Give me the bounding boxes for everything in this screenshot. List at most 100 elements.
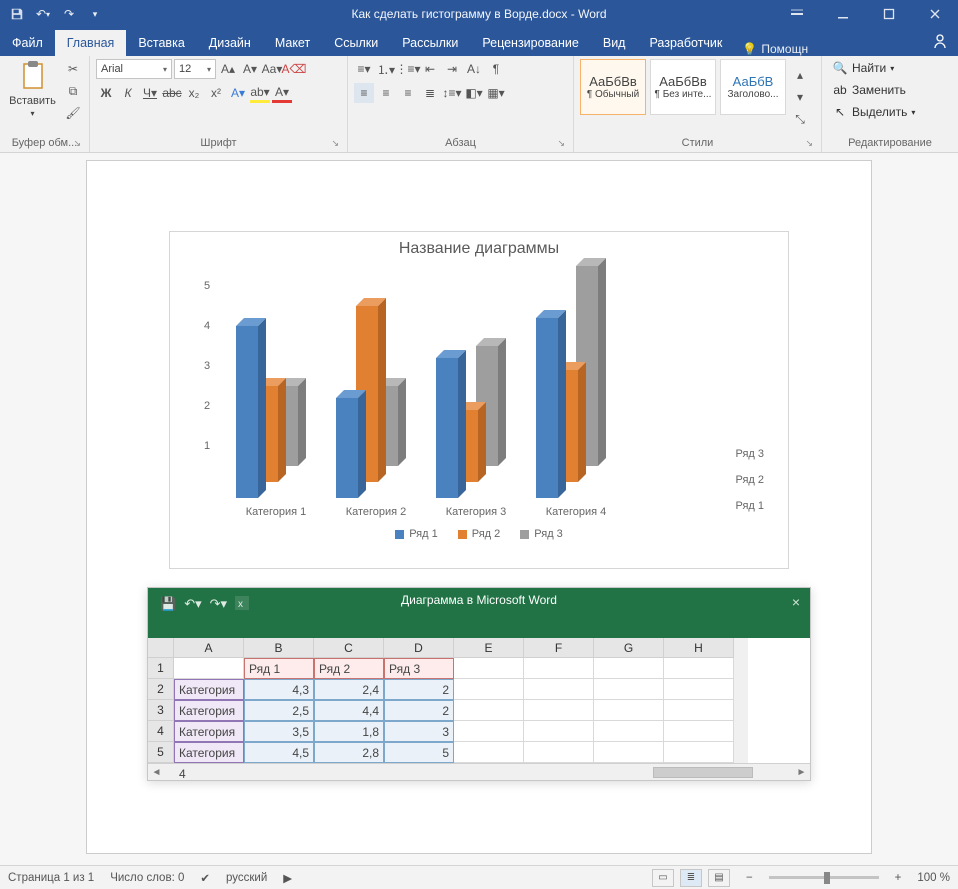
bullets-icon[interactable]: ≡▾ (354, 59, 374, 79)
save-icon[interactable] (6, 3, 28, 25)
format-painter-icon[interactable]: 🖌 (63, 103, 83, 123)
align-left-icon[interactable]: ≡ (354, 83, 374, 103)
cell[interactable]: 2,5 (244, 700, 314, 721)
cell[interactable] (524, 721, 594, 742)
cell[interactable]: 2 (384, 700, 454, 721)
share-icon[interactable] (932, 33, 948, 52)
column-header[interactable]: A (174, 638, 244, 658)
cell[interactable] (454, 700, 524, 721)
column-header[interactable]: G (594, 638, 664, 658)
datasheet-close-icon[interactable]: × (792, 594, 800, 610)
redo-icon[interactable]: ↷ (58, 3, 80, 25)
zoom-in-icon[interactable]: + (895, 872, 902, 884)
numbering-icon[interactable]: ⒈▾ (376, 59, 396, 79)
clear-formatting-icon[interactable]: A⌫ (284, 59, 304, 79)
tab-references[interactable]: Ссылки (322, 30, 390, 56)
tab-home[interactable]: Главная (55, 30, 127, 56)
cell[interactable] (664, 721, 734, 742)
cell[interactable] (594, 721, 664, 742)
scroll-thumb[interactable] (653, 767, 753, 778)
multilevel-icon[interactable]: ⋮≡▾ (398, 59, 418, 79)
cell[interactable] (524, 742, 594, 763)
zoom-label[interactable]: 100 % (917, 872, 950, 884)
borders-icon[interactable]: ▦▾ (486, 83, 506, 103)
undo-icon[interactable]: ↶▾ (32, 3, 54, 25)
cell[interactable]: 2 (384, 679, 454, 700)
chart-object[interactable]: Название диаграммы 12345Ряд 1Ряд 2Ряд 3К… (169, 231, 789, 569)
view-read-icon[interactable]: ▭ (652, 869, 674, 887)
view-print-icon[interactable]: ≣ (680, 869, 702, 887)
cell[interactable] (594, 742, 664, 763)
column-header[interactable]: C (314, 638, 384, 658)
cell[interactable] (524, 658, 594, 679)
cell[interactable] (174, 658, 244, 679)
ribbon-options-icon[interactable] (774, 0, 820, 28)
minimize-icon[interactable] (820, 0, 866, 28)
subscript-icon[interactable]: x₂ (184, 83, 204, 103)
cell[interactable] (524, 679, 594, 700)
select-button[interactable]: ↖Выделить▾ (828, 103, 919, 121)
ds-redo-icon[interactable]: ↷▾ (210, 596, 227, 613)
row-header[interactable]: 3 (148, 700, 174, 721)
strikethrough-icon[interactable]: abc (162, 83, 182, 103)
qat-customize-icon[interactable]: ▾ (84, 3, 106, 25)
chart-datasheet-window[interactable]: 💾 ↶▾ ↷▾ x Диаграмма в Microsoft Word × A… (147, 587, 811, 781)
align-right-icon[interactable]: ≡ (398, 83, 418, 103)
cell[interactable] (524, 700, 594, 721)
row-header[interactable]: 5 (148, 742, 174, 763)
cell[interactable] (454, 721, 524, 742)
sort-icon[interactable]: A↓ (464, 59, 484, 79)
font-size-combo[interactable]: 12 (174, 59, 216, 79)
cell[interactable]: 4,3 (244, 679, 314, 700)
bold-button[interactable]: Ж (96, 83, 116, 103)
cell[interactable]: Ряд 1 (244, 658, 314, 679)
datasheet-vscroll[interactable] (734, 638, 748, 763)
decrease-indent-icon[interactable]: ⇤ (420, 59, 440, 79)
cell[interactable]: 3,5 (244, 721, 314, 742)
style-heading[interactable]: АаБбВ Заголово... (720, 59, 786, 115)
cell[interactable]: 4,5 (244, 742, 314, 763)
datasheet-hscroll[interactable]: ◄ ► (148, 763, 810, 780)
font-name-combo[interactable]: Arial (96, 59, 172, 79)
italic-button[interactable]: К (118, 83, 138, 103)
select-all-cell[interactable] (148, 638, 174, 658)
cell[interactable]: Ряд 3 (384, 658, 454, 679)
style-normal[interactable]: АаБбВв ¶ Обычный (580, 59, 646, 115)
shading-icon[interactable]: ◧▾ (464, 83, 484, 103)
cell[interactable] (454, 658, 524, 679)
cell[interactable] (454, 679, 524, 700)
cell[interactable]: 4,4 (314, 700, 384, 721)
cell[interactable]: Категория 3 (174, 721, 244, 742)
styles-expand-icon[interactable]: ⤡ (790, 109, 810, 129)
cell[interactable]: 5 (384, 742, 454, 763)
status-words[interactable]: Число слов: 0 (110, 872, 184, 884)
zoom-slider[interactable] (769, 876, 879, 879)
shrink-font-icon[interactable]: A▾ (240, 59, 260, 79)
tab-insert[interactable]: Вставка (126, 30, 196, 56)
show-marks-icon[interactable]: ¶ (486, 59, 506, 79)
replace-button[interactable]: abЗаменить (828, 81, 910, 99)
cell[interactable]: 3 (384, 721, 454, 742)
tab-mailings[interactable]: Рассылки (390, 30, 470, 56)
cell[interactable] (454, 742, 524, 763)
view-web-icon[interactable]: ▤ (708, 869, 730, 887)
styles-up-icon[interactable]: ▴ (790, 65, 810, 85)
cell[interactable]: Ряд 2 (314, 658, 384, 679)
cell[interactable] (594, 658, 664, 679)
ds-save-icon[interactable]: 💾 (160, 596, 176, 613)
cell[interactable]: 1,8 (314, 721, 384, 742)
paste-button[interactable]: Вставить ▾ (6, 59, 59, 118)
change-case-icon[interactable]: Aa▾ (262, 59, 282, 79)
grow-font-icon[interactable]: A▴ (218, 59, 238, 79)
column-header[interactable]: F (524, 638, 594, 658)
line-spacing-icon[interactable]: ↕≡▾ (442, 83, 462, 103)
superscript-icon[interactable]: x² (206, 83, 226, 103)
cell[interactable] (664, 700, 734, 721)
close-icon[interactable] (912, 0, 958, 28)
row-header[interactable]: 1 (148, 658, 174, 679)
cell[interactable]: 2,4 (314, 679, 384, 700)
justify-icon[interactable]: ≣ (420, 83, 440, 103)
status-page[interactable]: Страница 1 из 1 (8, 872, 94, 884)
cell[interactable]: Категория 4 (174, 742, 244, 763)
document-area[interactable]: Название диаграммы 12345Ряд 1Ряд 2Ряд 3К… (0, 153, 958, 865)
